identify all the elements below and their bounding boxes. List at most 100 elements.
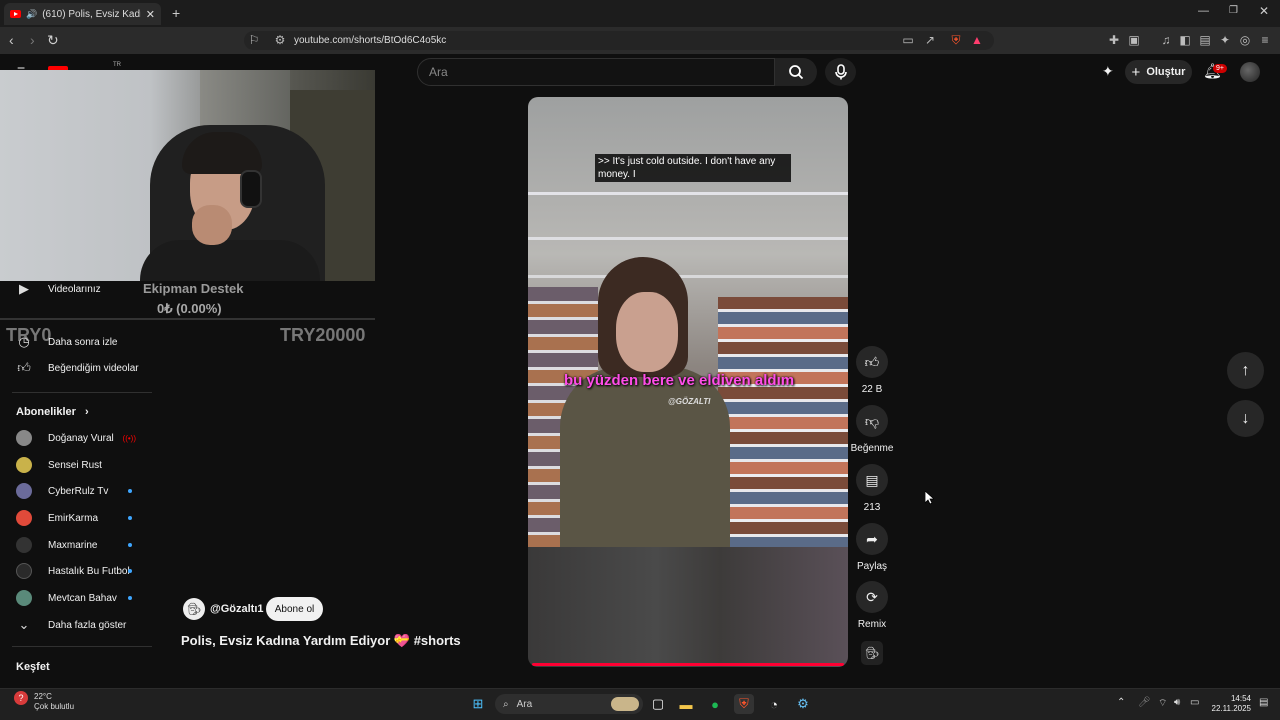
account-avatar[interactable] [1240,62,1260,82]
media-icon[interactable]: ♫ [1158,27,1174,54]
battery-icon[interactable]: ▭ [1190,697,1199,708]
subscription-item[interactable]: CyberRulz Tv [0,478,152,504]
brave-browser-icon[interactable]: ⛨ [734,694,754,714]
tray-mic-icon[interactable]: 🎤︎ [1138,697,1151,708]
logo-region: TR [113,62,121,68]
steam-like-icon[interactable]: ◔ [764,694,784,714]
reload-icon[interactable]: ↻ [47,27,59,54]
sidebar-item-your-videos[interactable]: ▶ Videolarınız [0,276,152,302]
close-window-button[interactable]: ✕ [1259,4,1269,18]
subscription-name: Doğanay Vural [48,432,114,444]
share-action[interactable]: ➦ Paylaş [852,523,892,572]
site-settings-icon[interactable]: ⚙ [272,27,288,54]
search-icon [789,65,804,80]
like-button[interactable]: 👍︎ [856,346,888,378]
subscription-item[interactable]: Mevtcan Bahav [0,585,152,611]
restore-button[interactable]: ❐ [1229,5,1238,16]
brave-shield-icon[interactable]: ⛨ [948,27,964,54]
comments-button[interactable]: ▤ [856,464,888,496]
show-more-button[interactable]: ⌄ Daha fazla göster [0,612,152,638]
ai-sparkle-icon[interactable]: ✦ [1102,63,1114,80]
sidebar-toggle-icon[interactable]: ◧ [1177,27,1193,54]
sidebar-divider [12,392,152,393]
sidebar-item-watch-later[interactable]: ◷ Daha sonra izle [0,329,152,355]
search-button[interactable] [775,58,817,86]
wallet-icon[interactable]: ▤ [1197,27,1213,54]
subscription-name: Hastalık Bu Futbol [48,565,130,577]
subscription-item[interactable]: Sensei Rust [0,452,152,478]
back-icon[interactable]: ‹ [9,27,14,54]
taskbar-search[interactable]: ⌕ Ara [495,694,643,714]
file-explorer-icon[interactable]: ▬ [676,694,696,714]
leo-ai-icon[interactable]: ✦ [1217,27,1233,54]
browser-tab[interactable]: 🔊 (610) Polis, Evsiz Kadına Yardı ✕ [4,3,161,25]
video-progress-bar[interactable] [532,663,844,666]
clock-date: 22.11.2025 [1211,704,1251,713]
task-view-icon[interactable]: ▢ [648,694,668,714]
voice-search-button[interactable] [825,58,856,86]
subscription-item[interactable]: Hastalık Bu Futbol [0,558,152,584]
ceiling-light [528,237,848,240]
minimize-button[interactable]: — [1198,5,1209,17]
browser-menu-icon[interactable]: ≡ [1257,27,1273,54]
brave-rewards-icon[interactable]: ▲ [969,27,985,54]
subscriptions-heading-label: Abonelikler [16,406,76,418]
volume-icon[interactable]: 🔊︎ [1174,697,1180,708]
previous-short-button[interactable]: ↑ [1227,352,1264,389]
channel-avatar [16,430,32,446]
shorts-video-player[interactable]: >> It's just cold outside. I don't have … [528,97,848,667]
store-scene: >> It's just cold outside. I don't have … [528,97,848,547]
close-tab-icon[interactable]: ✕ [146,8,155,21]
vpn-icon[interactable]: ◎ [1237,27,1253,54]
plus-icon: + [1131,63,1141,81]
browser-tab-bar [0,0,1280,27]
comments-action[interactable]: ▤ 213 [852,464,892,513]
new-content-dot [128,516,132,520]
subscription-item[interactable]: Maxmarine [0,532,152,558]
channel-avatar[interactable]: 🕵︎ [183,598,205,620]
windows-start-icon[interactable]: ⊞ [468,694,488,714]
forward-icon[interactable]: › [30,27,35,54]
steam-icon[interactable]: ⚙ [793,694,813,714]
taskbar-search-label: Ara [516,698,533,710]
share-page-icon[interactable]: ↗ [922,27,938,54]
tray-chevron-up-icon[interactable]: ⌃ [1117,697,1125,708]
dislike-action[interactable]: 👎︎ Beğenme [851,405,893,454]
chevron-down-icon: ⌄ [18,617,30,632]
system-clock[interactable]: 14:54 22.11.2025 [1209,694,1251,714]
channel-handle[interactable]: @Gözaltı1 [210,603,264,615]
spotify-icon[interactable]: ● [705,694,725,714]
dislike-button[interactable]: 👎︎ [856,405,888,437]
video-title[interactable]: Polis, Evsiz Kadına Yardım Ediyor 💝 #sho… [181,633,461,649]
bookmark-icon[interactable]: ⚐ [246,27,262,54]
search-input[interactable]: Ara [417,58,775,86]
extensions-icon[interactable]: ✚ [1106,27,1122,54]
like-action[interactable]: 👍︎ 22 B [852,346,892,395]
next-short-button[interactable]: ↓ [1227,400,1264,437]
channel-avatar [16,510,32,526]
subscription-item[interactable]: Doğanay Vural ((•)) [0,425,152,451]
channel-avatar [16,563,32,579]
subscriptions-heading[interactable]: Abonelikler › [16,406,89,418]
comment-icon: ▤ [865,471,879,488]
wifi-icon[interactable]: ⌔ [1158,697,1167,710]
share-button[interactable]: ➦ [856,523,888,555]
weather-widget[interactable]: 22°C Çok bulutlu [34,692,74,712]
weather-icon[interactable]: ? [14,691,28,705]
tab-search-icon[interactable]: ▣ [1126,27,1142,54]
address-bar[interactable]: youtube.com/shorts/BtOd6C4o5kc [244,31,994,50]
sidebar-item-liked-videos[interactable]: 👍︎ Beğendiğim videolar [0,355,152,381]
notification-center-icon[interactable]: ▤ [1259,697,1268,708]
subscription-item[interactable]: EmirKarma [0,505,152,531]
create-button[interactable]: + Oluştur [1125,60,1192,84]
like-count: 22 B [861,384,883,395]
subscribe-button[interactable]: Abone ol [266,597,323,621]
sound-source-icon[interactable]: 🕵︎ [861,641,883,665]
weather-condition: Çok bulutlu [34,702,75,711]
streamer-hand [192,205,232,245]
remix-button[interactable]: ⟳ [856,581,888,613]
remix-action[interactable]: ⟳ Remix [852,581,892,630]
new-tab-button[interactable]: + [172,5,180,21]
cast-icon[interactable]: ▭ [900,27,916,54]
share-icon: ➦ [866,530,878,547]
